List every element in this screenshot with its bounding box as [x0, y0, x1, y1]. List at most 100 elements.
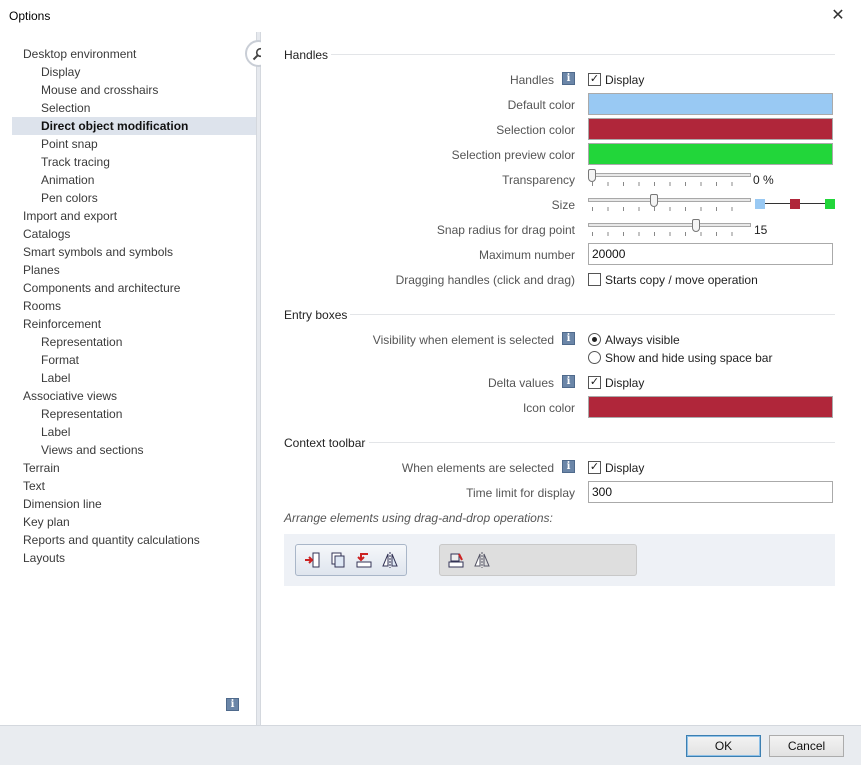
tree-item[interactable]: Text	[12, 477, 256, 495]
tree-item[interactable]: Mouse and crosshairs	[12, 81, 256, 99]
ok-button[interactable]: OK	[686, 735, 761, 757]
handles-display-checkbox[interactable]: ✓	[588, 73, 601, 86]
when-selected-display-label: Display	[605, 461, 645, 475]
tree-item[interactable]: Direct object modification	[12, 117, 256, 135]
visibility-label: Visibility when element is selected	[372, 333, 554, 347]
insert-icon[interactable]	[300, 548, 324, 572]
icon-color-swatch[interactable]	[588, 396, 833, 418]
options-tree: Desktop environment Display Mouse and cros…	[0, 32, 256, 725]
tree-item-label: Dimension line	[23, 497, 102, 511]
default-color-label: Default color	[507, 98, 575, 112]
delta-values-checkbox[interactable]: ✓	[588, 376, 601, 389]
default-color-swatch[interactable]	[588, 93, 833, 115]
icon-color-label: Icon color	[522, 401, 575, 415]
tree-item[interactable]: Representation	[12, 333, 256, 351]
space-bar-radio[interactable]	[588, 351, 601, 364]
slider-track	[588, 223, 751, 227]
tree-item[interactable]: Display	[12, 63, 256, 81]
selection-color-swatch[interactable]	[588, 118, 833, 140]
tree-item-label: Representation	[41, 407, 123, 421]
tree-item-label: Reinforcement	[23, 317, 102, 331]
dragging-handles-label: Dragging handles (click and drag)	[395, 273, 575, 287]
tree-item[interactable]: Import and export	[12, 207, 256, 225]
tree-item-label: Smart symbols and symbols	[23, 245, 174, 259]
tree-item-label: Layouts	[23, 551, 66, 565]
mirror-icon[interactable]	[378, 548, 402, 572]
tree-item[interactable]: Track tracing	[12, 153, 256, 171]
tree-item[interactable]: Planes	[12, 261, 256, 279]
tree-item-label: Animation	[41, 173, 95, 187]
transparency-slider[interactable]	[588, 169, 751, 188]
modify-icon[interactable]	[444, 548, 468, 572]
slider-thumb[interactable]	[692, 219, 700, 232]
selection-preview-color-label: Selection preview color	[451, 148, 575, 162]
tree-item[interactable]: Selection	[12, 99, 256, 117]
tree-item-label: Text	[23, 479, 46, 493]
close-icon[interactable]: ✕	[815, 0, 861, 30]
size-slider[interactable]	[588, 194, 751, 213]
info-icon[interactable]: i	[562, 332, 575, 345]
maximum-number-label: Maximum number	[478, 248, 575, 262]
tree-item[interactable]: Catalogs	[12, 225, 256, 243]
tree-item[interactable]: Representation	[12, 405, 256, 423]
info-icon[interactable]: i	[562, 375, 575, 388]
mirror-icon[interactable]	[470, 548, 494, 572]
tree-item[interactable]: Components and architecture	[12, 279, 256, 297]
tree-item[interactable]: Rooms	[12, 297, 256, 315]
time-limit-input[interactable]	[588, 481, 833, 503]
section-title-entry-boxes: Entry boxes	[284, 308, 348, 322]
when-selected-checkbox[interactable]: ✓	[588, 461, 601, 474]
tree-item[interactable]: Reinforcement	[12, 315, 256, 333]
tree-item[interactable]: Views and sections	[12, 441, 256, 459]
tree-item[interactable]: Dimension line	[12, 495, 256, 513]
tree-item[interactable]: Associative views	[12, 387, 256, 405]
tree-item-label: Format	[41, 353, 80, 367]
tree-item-label: Pen colors	[41, 191, 98, 205]
tree-item-label: Reports and quantity calculations	[23, 533, 200, 547]
snap-radius-slider[interactable]	[588, 219, 751, 238]
tree-item[interactable]: Smart symbols and symbols	[12, 243, 256, 261]
tree-item-label: Selection	[41, 101, 91, 115]
size-preview-default-square	[755, 199, 765, 209]
cancel-button[interactable]: Cancel	[769, 735, 844, 757]
tree-item[interactable]: Label	[12, 423, 256, 441]
handles-label: Handles	[509, 73, 554, 87]
tree-item[interactable]: Terrain	[12, 459, 256, 477]
tree-item[interactable]: Layouts	[12, 549, 256, 567]
dialog-footer: OK Cancel	[0, 725, 861, 765]
tree-item[interactable]: Label	[12, 369, 256, 387]
always-visible-label: Always visible	[605, 333, 680, 347]
slider-thumb[interactable]	[588, 169, 596, 182]
always-visible-radio[interactable]	[588, 333, 601, 346]
active-toolbar-group[interactable]	[295, 544, 407, 576]
slider-ticks	[592, 207, 747, 211]
move-icon[interactable]	[352, 548, 376, 572]
tree-item-label: Terrain	[23, 461, 60, 475]
tree-item-label: Track tracing	[41, 155, 110, 169]
tree-item[interactable]: Desktop environment	[12, 45, 256, 63]
tree-item[interactable]: Animation	[12, 171, 256, 189]
info-icon[interactable]: i	[226, 698, 239, 711]
tree-item-label: Views and sections	[41, 443, 144, 457]
tree-item[interactable]: Reports and quantity calculations	[12, 531, 256, 549]
info-icon[interactable]: i	[562, 460, 575, 473]
size-preview	[755, 198, 835, 210]
slider-track	[588, 198, 751, 202]
tree-item-label: Components and architecture	[23, 281, 181, 295]
inactive-toolbar-group[interactable]	[439, 544, 637, 576]
info-icon[interactable]: i	[562, 72, 575, 85]
maximum-number-input[interactable]	[588, 243, 833, 265]
dragging-handles-checkbox[interactable]	[588, 273, 601, 286]
tree-item[interactable]: Point snap	[12, 135, 256, 153]
section-title-handles: Handles	[284, 48, 329, 62]
tree-item[interactable]: Pen colors	[12, 189, 256, 207]
selection-preview-color-swatch[interactable]	[588, 143, 833, 165]
tree-item-label: Catalogs	[23, 227, 71, 241]
size-preview-selection-square	[790, 199, 800, 209]
tree-item[interactable]: Key plan	[12, 513, 256, 531]
tree-item[interactable]: Format	[12, 351, 256, 369]
slider-thumb[interactable]	[650, 194, 658, 207]
tree-item-label: Label	[41, 425, 71, 439]
section-divider	[350, 314, 835, 315]
copy-icon[interactable]	[326, 548, 350, 572]
